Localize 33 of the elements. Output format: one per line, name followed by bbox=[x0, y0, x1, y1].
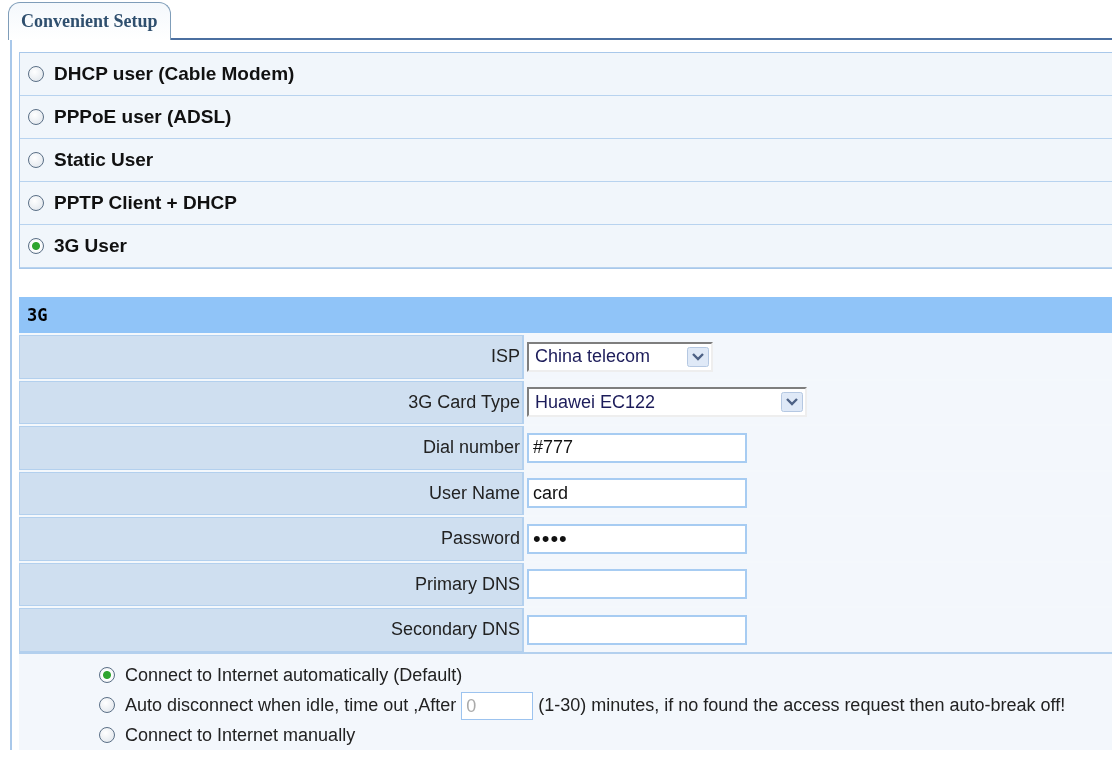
option-label: Static User bbox=[54, 149, 154, 171]
radio-button[interactable] bbox=[99, 696, 115, 713]
field-label: Dial number bbox=[19, 426, 523, 470]
section-header: 3G bbox=[19, 297, 1112, 333]
radio-button[interactable] bbox=[28, 152, 44, 168]
field-label: Primary DNS bbox=[19, 562, 523, 606]
radio-button[interactable] bbox=[99, 726, 115, 743]
input-field[interactable]: card bbox=[527, 478, 747, 509]
tab[interactable]: Convenient Setup bbox=[8, 2, 171, 40]
option-label: (1-30) minutes, if no found the access request then auto-break off! bbox=[538, 694, 1066, 715]
field-label: User Name bbox=[19, 471, 523, 515]
option-label: PPPoE user (ADSL) bbox=[54, 106, 232, 128]
field-label: Password bbox=[19, 517, 523, 561]
input-field[interactable] bbox=[527, 614, 747, 645]
radio-button[interactable] bbox=[28, 66, 44, 82]
option-label: PPTP Client + DHCP bbox=[54, 192, 237, 214]
dropdown[interactable]: China telecom bbox=[527, 341, 713, 372]
dropdown[interactable]: Huawei EC122 bbox=[527, 387, 807, 418]
field-label: 3G Card Type bbox=[19, 380, 523, 424]
field-label: ISP bbox=[19, 335, 523, 379]
option-label: Connect to Internet manually bbox=[125, 724, 356, 745]
option-label: Auto disconnect when idle, time out ,After bbox=[125, 694, 457, 715]
input-field[interactable]: #777 bbox=[527, 432, 747, 463]
option-label: DHCP user (Cable Modem) bbox=[54, 63, 295, 85]
option-label: Connect to Internet automatically (Default) bbox=[125, 664, 463, 685]
option-label: 3G User bbox=[54, 235, 127, 257]
field-label: Secondary DNS bbox=[19, 608, 523, 652]
radio-button[interactable] bbox=[28, 195, 44, 211]
input-field[interactable]: •••• bbox=[527, 523, 747, 554]
radio-button[interactable] bbox=[99, 666, 115, 683]
input-field[interactable] bbox=[527, 569, 747, 600]
radio-button[interactable] bbox=[28, 109, 44, 125]
radio-button[interactable] bbox=[28, 238, 44, 254]
